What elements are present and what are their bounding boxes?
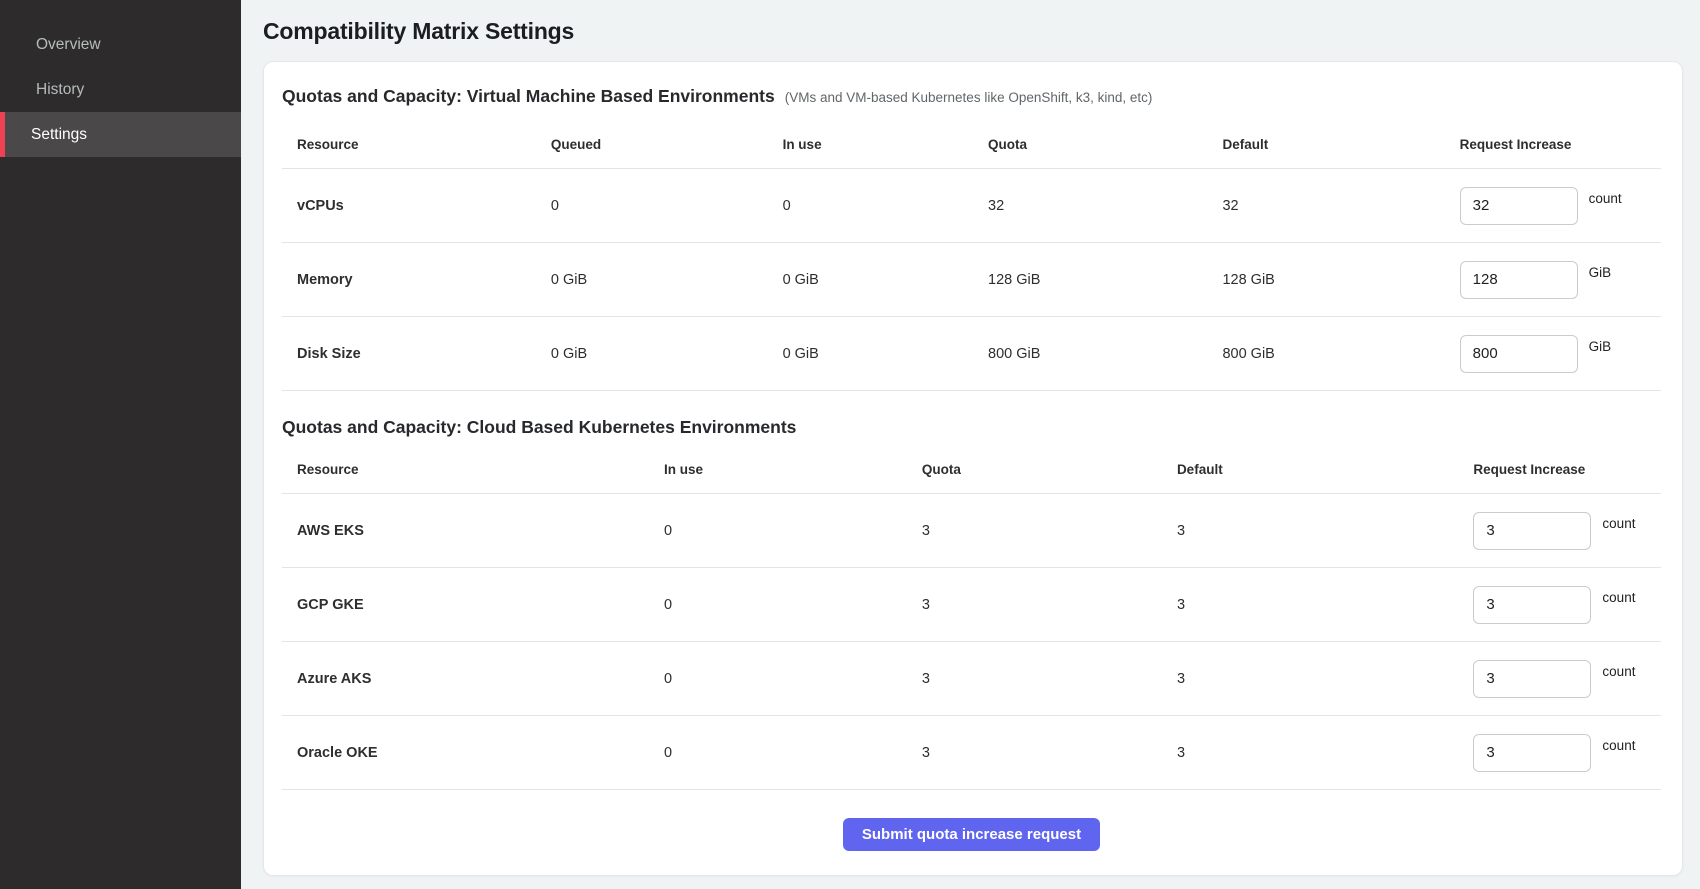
cell-value: 3 — [922, 671, 1177, 687]
cell-value: 3 — [922, 523, 1177, 539]
sidebar-item-settings[interactable]: Settings — [0, 112, 241, 157]
unit-label: count — [1602, 590, 1635, 605]
column-header: Default — [1222, 137, 1459, 152]
quota-table: ResourceIn useQuotaDefaultRequest Increa… — [282, 446, 1661, 790]
request-increase-cell: count — [1473, 512, 1661, 550]
quota-section: Quotas and Capacity: Virtual Machine Bas… — [282, 86, 1661, 391]
unit-label: count — [1589, 191, 1622, 206]
submit-quota-button[interactable]: Submit quota increase request — [843, 818, 1100, 851]
column-header: In use — [783, 137, 988, 152]
submit-row: Submit quota increase request — [282, 790, 1661, 851]
section-header: Quotas and Capacity: Cloud Based Kuberne… — [282, 417, 1661, 438]
unit-label: count — [1602, 664, 1635, 679]
sidebar-item-history[interactable]: History — [0, 67, 241, 112]
unit-label: GiB — [1589, 265, 1612, 280]
request-increase-input[interactable] — [1473, 734, 1591, 772]
sidebar-item-label: Overview — [36, 36, 101, 54]
cell-value: 3 — [922, 745, 1177, 761]
section-header: Quotas and Capacity: Virtual Machine Bas… — [282, 86, 1661, 107]
request-increase-input[interactable] — [1473, 660, 1591, 698]
sidebar-item-label: Settings — [31, 126, 87, 144]
table-row: Azure AKS033count — [282, 642, 1661, 716]
cell-value: 0 — [664, 523, 922, 539]
resource-name: Oracle OKE — [282, 745, 664, 761]
resource-name: Azure AKS — [282, 671, 664, 687]
section-title: Quotas and Capacity: Virtual Machine Bas… — [282, 86, 775, 107]
cell-value: 32 — [988, 198, 1222, 214]
column-header: Request Increase — [1460, 137, 1661, 152]
column-header: Queued — [551, 137, 783, 152]
cell-value: 0 — [664, 671, 922, 687]
table-header-row: ResourceQueuedIn useQuotaDefaultRequest … — [282, 121, 1661, 169]
cell-value: 32 — [1222, 198, 1459, 214]
cell-value: 800 GiB — [1222, 346, 1459, 362]
cell-value: 0 — [783, 198, 988, 214]
resource-name: vCPUs — [282, 198, 551, 214]
app-window: Overview History Settings Compatibility Ma… — [0, 0, 1700, 889]
cell-value: 3 — [1177, 523, 1473, 539]
request-increase-input[interactable] — [1473, 586, 1591, 624]
unit-label: count — [1602, 738, 1635, 753]
resource-name: AWS EKS — [282, 523, 664, 539]
request-increase-cell: GiB — [1460, 261, 1661, 299]
cell-value: 3 — [1177, 597, 1473, 613]
section-title: Quotas and Capacity: Cloud Based Kuberne… — [282, 417, 796, 438]
sidebar-item-overview[interactable]: Overview — [0, 22, 241, 67]
sidebar: Overview History Settings — [0, 0, 241, 889]
request-increase-input[interactable] — [1460, 261, 1578, 299]
cell-value: 0 — [664, 597, 922, 613]
table-row: GCP GKE033count — [282, 568, 1661, 642]
request-increase-cell: count — [1460, 187, 1661, 225]
resource-name: Disk Size — [282, 346, 551, 362]
cell-value: 3 — [922, 597, 1177, 613]
resource-name: GCP GKE — [282, 597, 664, 613]
quota-section: Quotas and Capacity: Cloud Based Kuberne… — [282, 417, 1661, 790]
cell-value: 128 GiB — [1222, 272, 1459, 288]
cell-value: 0 — [664, 745, 922, 761]
cell-value: 0 — [551, 198, 783, 214]
main-content: Compatibility Matrix Settings Quotas and… — [241, 0, 1700, 889]
table-header-row: ResourceIn useQuotaDefaultRequest Increa… — [282, 446, 1661, 494]
column-header: In use — [664, 462, 922, 477]
cell-value: 3 — [1177, 745, 1473, 761]
section-subtitle: (VMs and VM-based Kubernetes like OpenSh… — [785, 90, 1153, 105]
unit-label: GiB — [1589, 339, 1612, 354]
table-row: AWS EKS033count — [282, 494, 1661, 568]
cell-value: 0 GiB — [551, 272, 783, 288]
column-header: Quota — [988, 137, 1222, 152]
page-title: Compatibility Matrix Settings — [263, 18, 1683, 45]
column-header: Default — [1177, 462, 1473, 477]
table-row: vCPUs003232count — [282, 169, 1661, 243]
quota-sections: Quotas and Capacity: Virtual Machine Bas… — [282, 86, 1661, 790]
cell-value: 0 GiB — [783, 272, 988, 288]
cell-value: 3 — [1177, 671, 1473, 687]
settings-card: Quotas and Capacity: Virtual Machine Bas… — [263, 61, 1683, 876]
table-row: Oracle OKE033count — [282, 716, 1661, 790]
cell-value: 128 GiB — [988, 272, 1222, 288]
cell-value: 0 GiB — [783, 346, 988, 362]
resource-name: Memory — [282, 272, 551, 288]
request-increase-cell: count — [1473, 734, 1661, 772]
quota-table: ResourceQueuedIn useQuotaDefaultRequest … — [282, 121, 1661, 391]
request-increase-cell: GiB — [1460, 335, 1661, 373]
cell-value: 0 GiB — [551, 346, 783, 362]
request-increase-input[interactable] — [1473, 512, 1591, 550]
table-row: Memory0 GiB0 GiB128 GiB128 GiBGiB — [282, 243, 1661, 317]
column-header: Quota — [922, 462, 1177, 477]
sidebar-item-label: History — [36, 81, 84, 99]
cell-value: 800 GiB — [988, 346, 1222, 362]
table-row: Disk Size0 GiB0 GiB800 GiB800 GiBGiB — [282, 317, 1661, 391]
column-header: Resource — [282, 462, 664, 477]
column-header: Resource — [282, 137, 551, 152]
request-increase-cell: count — [1473, 586, 1661, 624]
unit-label: count — [1602, 516, 1635, 531]
request-increase-cell: count — [1473, 660, 1661, 698]
column-header: Request Increase — [1473, 462, 1661, 477]
request-increase-input[interactable] — [1460, 187, 1578, 225]
request-increase-input[interactable] — [1460, 335, 1578, 373]
